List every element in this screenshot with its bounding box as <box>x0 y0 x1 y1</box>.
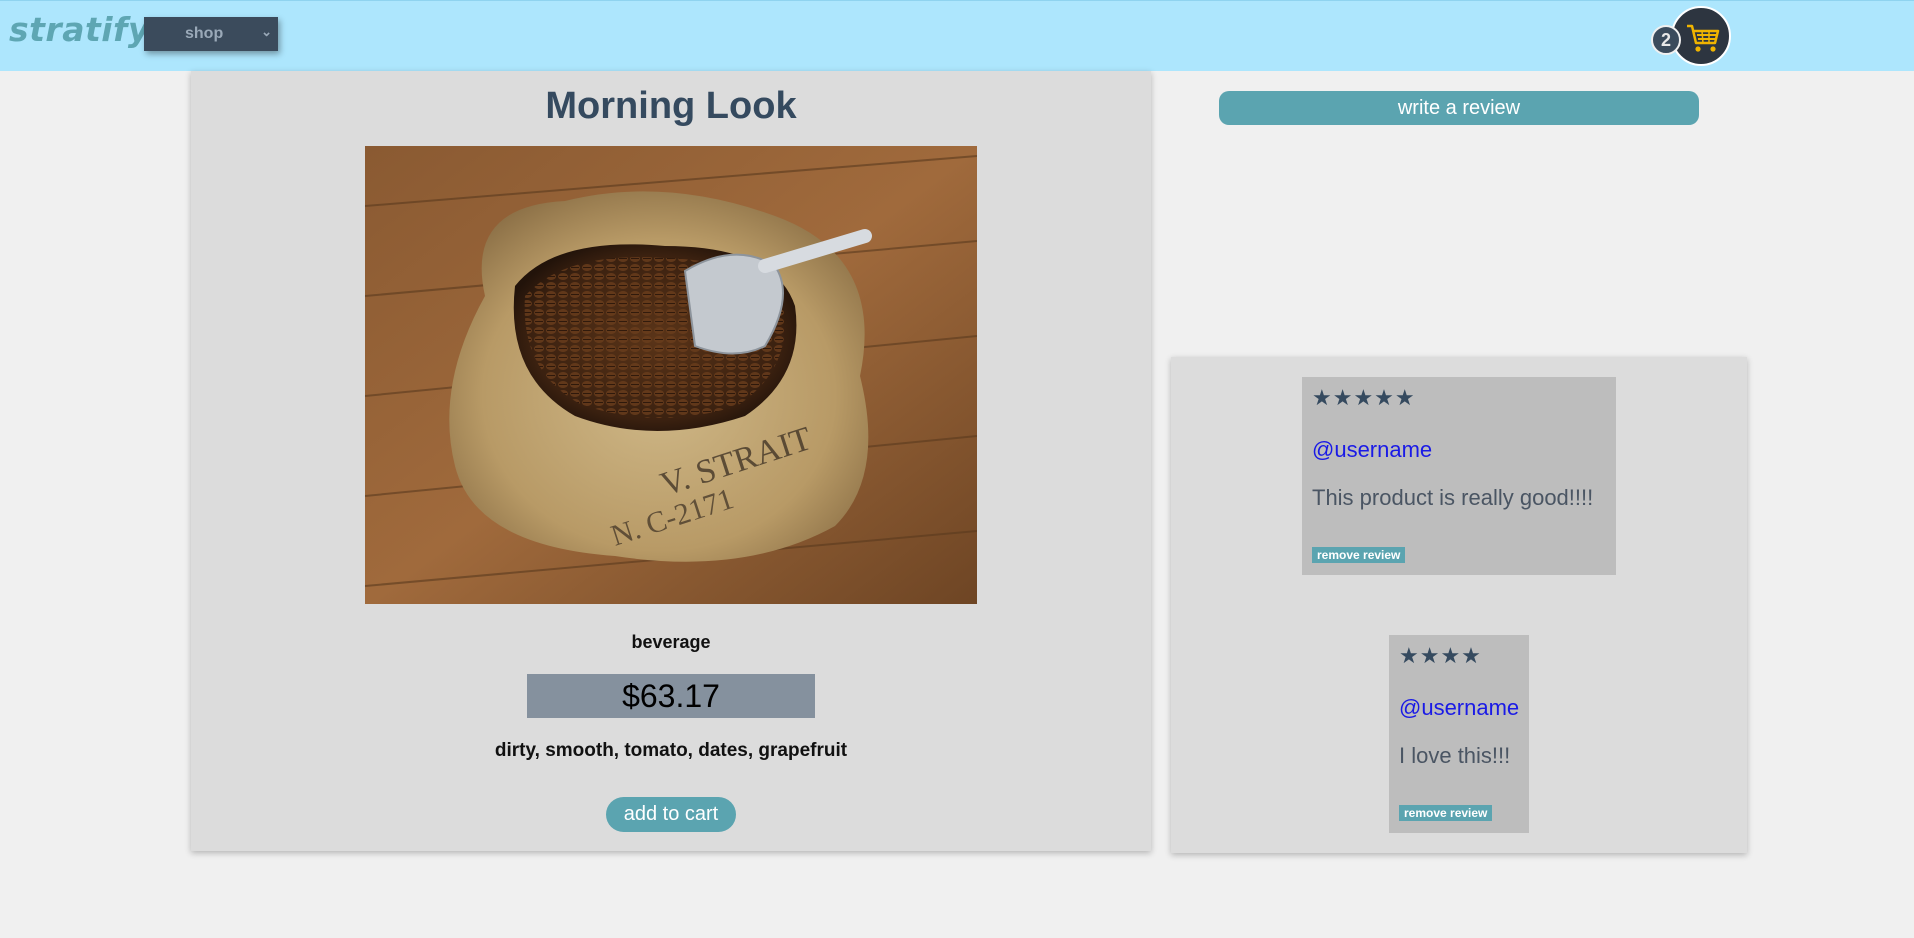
product-price: $63.17 <box>527 674 815 718</box>
star-rating: ★★★★ <box>1399 643 1482 668</box>
product-card: Morning Look V. STRAIT N. C-2171 beverag… <box>191 71 1151 851</box>
cart-count-badge: 2 <box>1651 25 1681 55</box>
remove-review-button[interactable]: remove review <box>1399 805 1493 821</box>
product-image: V. STRAIT N. C-2171 <box>365 146 977 604</box>
star-rating: ★★★★★ <box>1312 385 1416 410</box>
top-header: stratify shop ⌄ 2 <box>0 0 1914 71</box>
shop-dropdown-label: shop <box>185 25 224 42</box>
add-to-cart-button[interactable]: add to cart <box>606 797 736 832</box>
review-card: ★★★★ @username I love this!!! remove rev… <box>1389 635 1529 833</box>
review-text: I love this!!! <box>1399 743 1511 768</box>
review-text: This product is really good!!!! <box>1312 485 1594 510</box>
product-tags: dirty, smooth, tomato, dates, grapefruit <box>494 740 848 761</box>
chevron-down-icon: ⌄ <box>261 24 272 39</box>
review-username-link[interactable]: @username <box>1312 437 1432 463</box>
review-card: ★★★★★ @username This product is really g… <box>1302 377 1616 575</box>
cart-icon <box>1687 24 1720 52</box>
reviews-panel: ★★★★★ @username This product is really g… <box>1171 357 1747 853</box>
remove-review-button[interactable]: remove review <box>1312 547 1406 563</box>
review-username-link[interactable]: @username <box>1399 695 1519 721</box>
product-category: beverage <box>631 632 711 652</box>
stratify-logo[interactable]: stratify <box>9 10 150 49</box>
product-title: Morning Look <box>545 85 797 127</box>
write-review-button[interactable]: write a review <box>1219 91 1699 125</box>
shop-dropdown[interactable]: shop ⌄ <box>144 17 278 51</box>
